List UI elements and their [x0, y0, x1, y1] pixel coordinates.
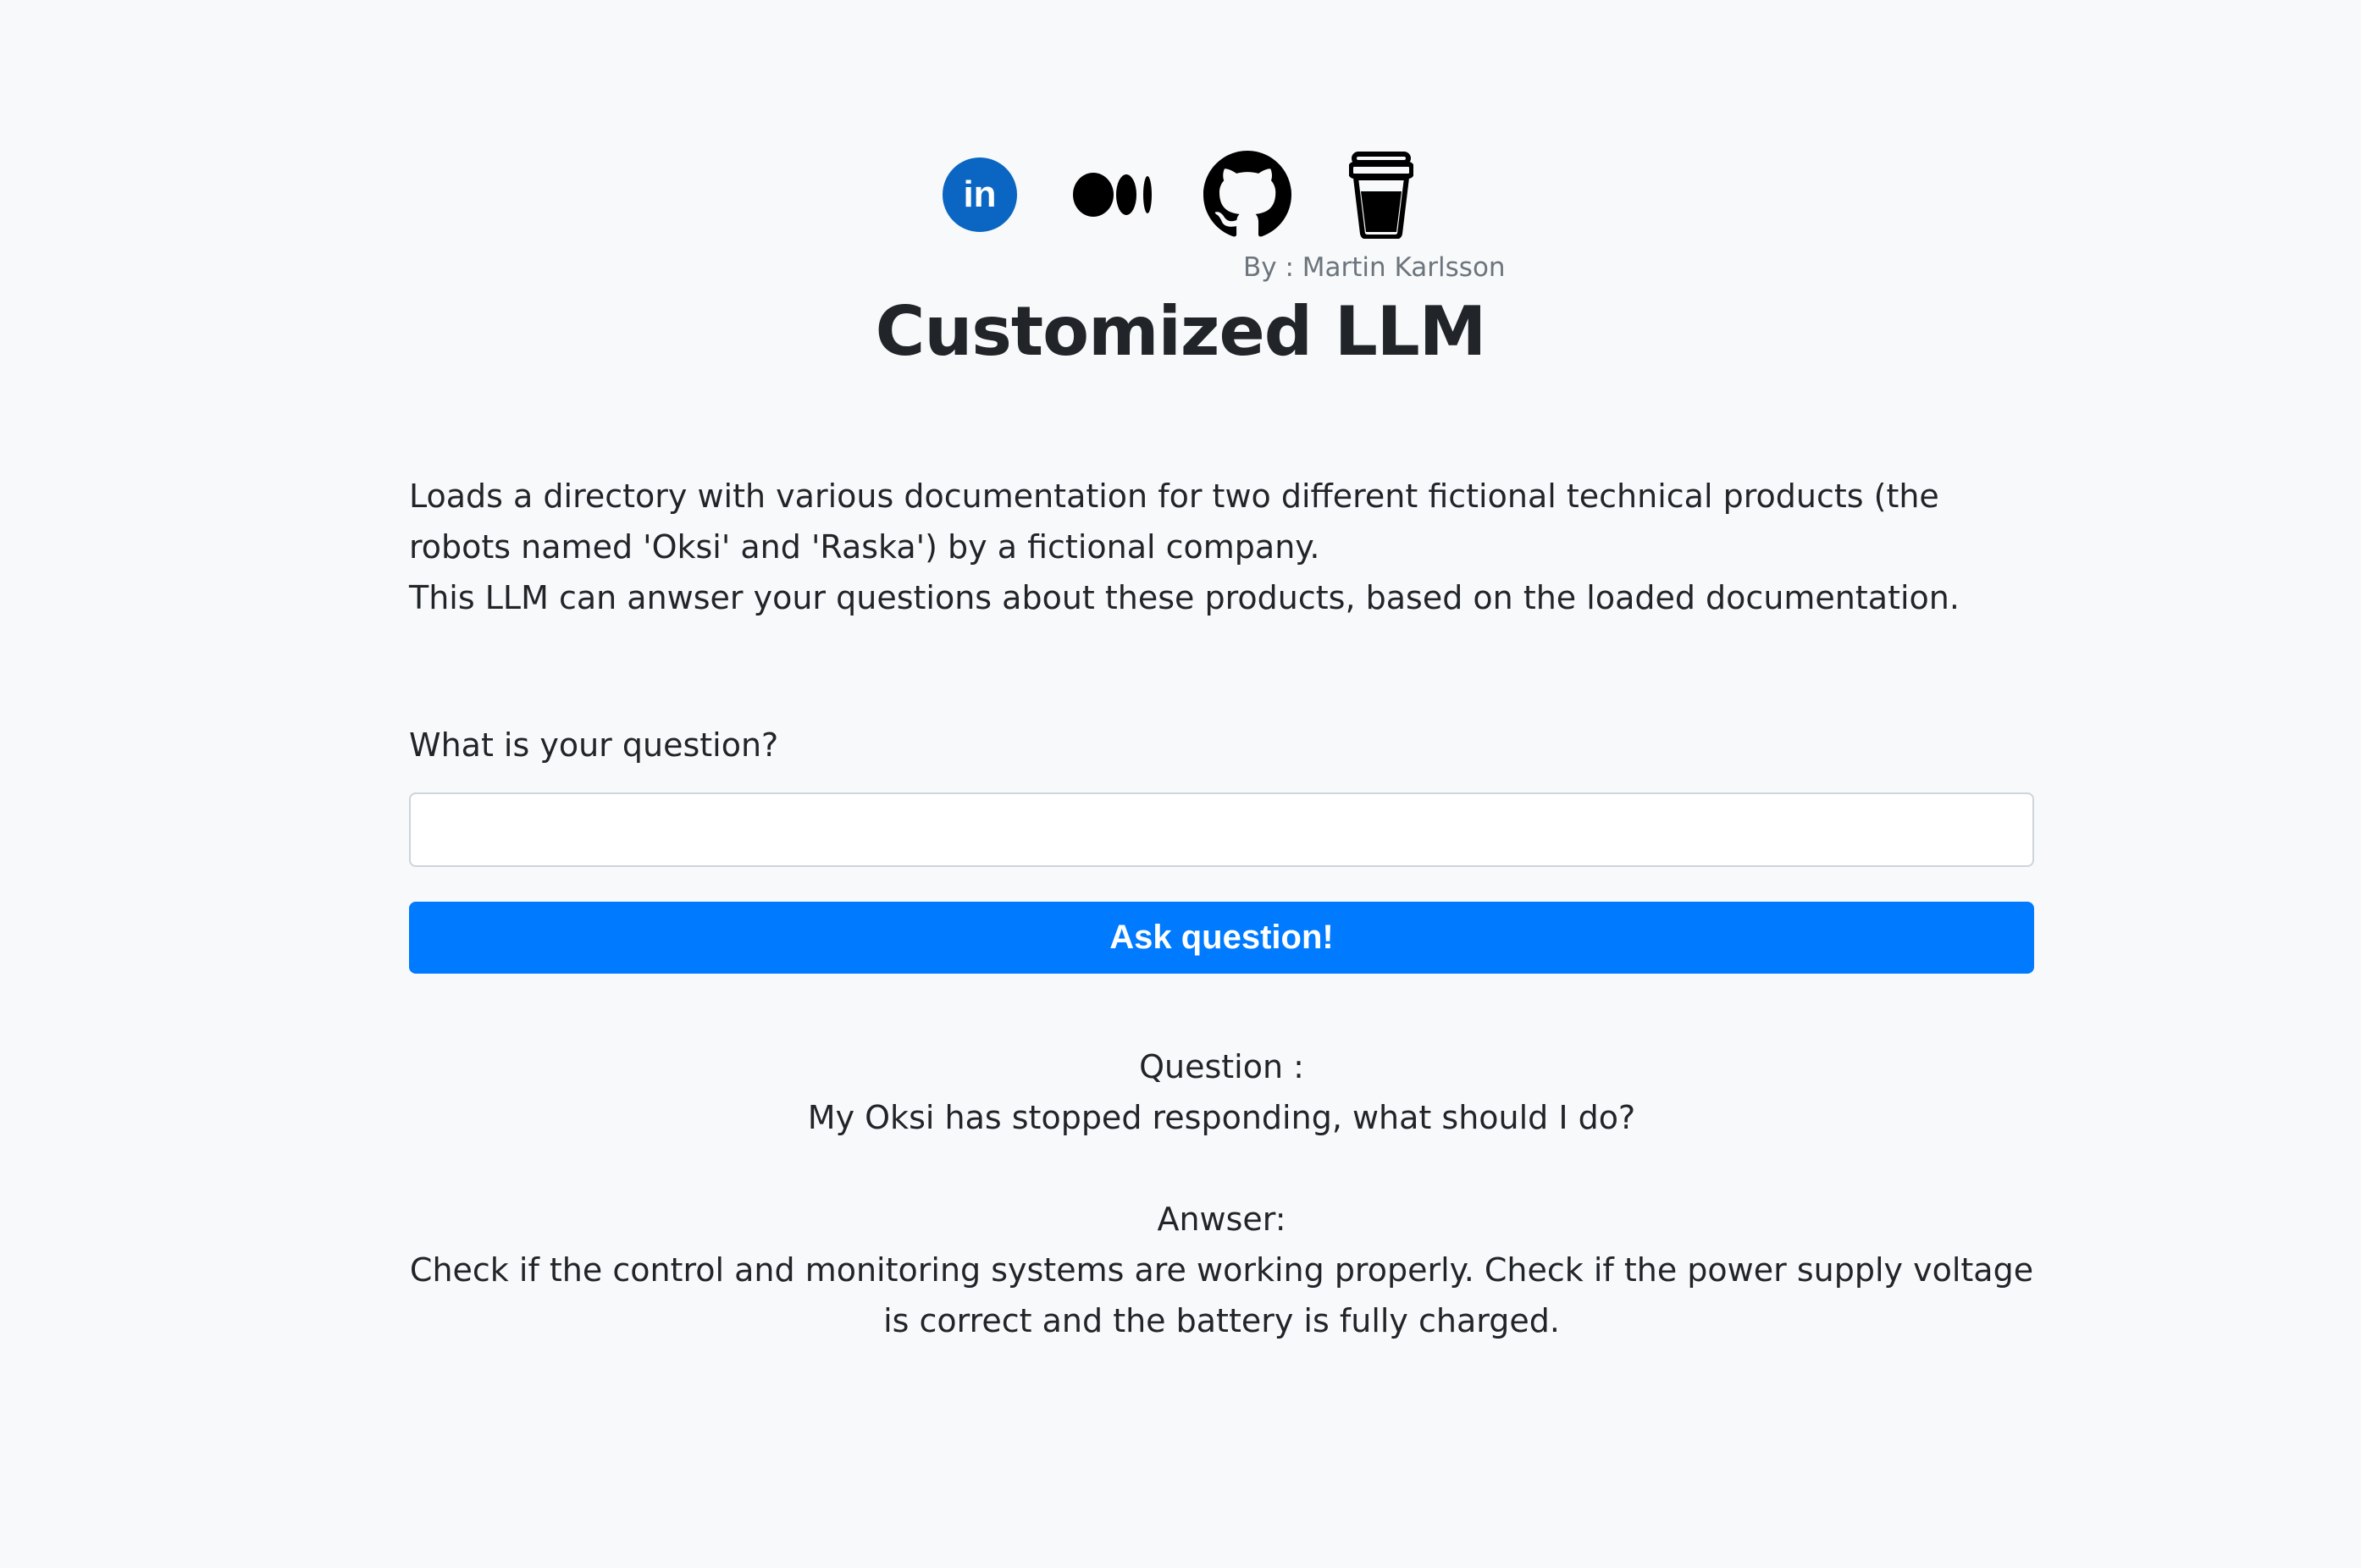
description: Loads a directory with various documenta… — [409, 471, 2035, 623]
description-line: This LLM can anwser your questions about… — [409, 579, 1960, 616]
question-heading: Question : — [1139, 1048, 1304, 1085]
page-title: Customized LLM — [875, 292, 1487, 371]
buy-me-a-coffee-icon — [1349, 151, 1413, 239]
github-icon — [1203, 151, 1291, 239]
qa-result: Question : My Oksi has stopped respondin… — [409, 1041, 2034, 1346]
svg-text:in: in — [963, 174, 996, 215]
github-link[interactable] — [1201, 148, 1294, 241]
linkedin-icon: in — [943, 157, 1017, 232]
question-text: My Oksi has stopped responding, what sho… — [807, 1099, 1636, 1136]
linkedin-link[interactable]: in — [933, 148, 1026, 241]
question-input[interactable] — [409, 792, 2034, 867]
social-links: in — [0, 148, 2361, 241]
answer-text: Check if the control and monitoring syst… — [409, 1251, 2034, 1339]
ask-question-button[interactable]: Ask question! — [409, 902, 2034, 974]
medium-link[interactable] — [1067, 148, 1160, 241]
description-line: Loads a directory with various documenta… — [409, 478, 1939, 566]
question-label: What is your question? — [409, 726, 779, 764]
page: in By: Martin Karlsson Customized LLM L… — [0, 0, 2361, 1568]
answer-heading: Anwser: — [1157, 1201, 1286, 1238]
coffee-link[interactable] — [1335, 148, 1428, 241]
author-byline: By : Martin Karlsson — [1243, 252, 1506, 283]
qa-spacer — [409, 1143, 2034, 1194]
medium-icon — [1073, 169, 1154, 220]
